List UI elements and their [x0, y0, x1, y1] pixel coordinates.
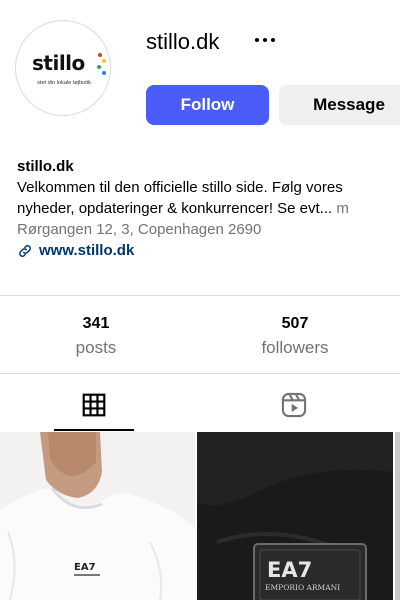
- follow-button[interactable]: Follow: [146, 85, 269, 125]
- bio-text-line-2-body: nyheder, opdateringer & konkurrencer! Se…: [17, 200, 337, 217]
- more-options-icon[interactable]: [250, 28, 280, 52]
- divider: [0, 373, 400, 374]
- followers-label: followers: [261, 338, 329, 357]
- bio-text-line-1: Velkommen til den officielle stillo side…: [17, 179, 343, 196]
- logo-dot: [97, 65, 101, 69]
- reels-icon: [281, 392, 307, 418]
- tab-posts-grid[interactable]: [64, 380, 124, 430]
- bio-more-link[interactable]: m: [336, 200, 349, 217]
- bio-website-text: www.stillo.dk: [39, 242, 135, 259]
- posts-count: 341: [82, 315, 110, 332]
- message-button[interactable]: Message: [279, 85, 400, 125]
- post-thumbnail[interactable]: [395, 432, 400, 600]
- posts-stat[interactable]: 341 posts: [36, 313, 156, 361]
- logo-dot: [98, 53, 102, 57]
- bio-text-line-2: nyheder, opdateringer & konkurrencer! Se…: [17, 198, 400, 219]
- post-thumbnail[interactable]: EA7 EMPORIO ARMANI: [197, 432, 393, 600]
- followers-count: 507: [281, 315, 309, 332]
- bio-name: stillo.dk: [17, 158, 74, 175]
- profile-username: stillo.dk: [146, 29, 220, 54]
- bio-website-link[interactable]: www.stillo.dk: [17, 240, 400, 261]
- post-thumbnail[interactable]: EA7: [0, 432, 195, 600]
- post-image-black-tshirt: EA7 EMPORIO ARMANI: [197, 432, 393, 600]
- profile-avatar[interactable]: stillo stet din lokale tøjbutik: [15, 20, 111, 116]
- ea7-logo: EA7: [267, 558, 312, 582]
- followers-stat[interactable]: 507 followers: [235, 313, 355, 361]
- divider: [0, 295, 400, 296]
- emporio-armani-logo: EMPORIO ARMANI: [265, 583, 340, 592]
- profile-bio: stillo.dk Velkommen til den officielle s…: [17, 156, 400, 261]
- logo-dot: [102, 71, 106, 75]
- link-icon: [19, 244, 31, 257]
- avatar-tagline: stet din lokale tøjbutik: [37, 80, 91, 86]
- avatar-logo-text: stillo: [32, 51, 85, 75]
- tab-reels[interactable]: [264, 380, 324, 430]
- active-tab-indicator: [54, 429, 134, 431]
- post-image-white-tshirt: EA7: [0, 432, 195, 600]
- grid-icon: [82, 393, 106, 417]
- bio-address: Rørgangen 12, 3, Copenhagen 2690: [17, 221, 262, 238]
- logo-dot: [102, 59, 106, 63]
- ea7-logo: EA7: [74, 562, 96, 573]
- posts-label: posts: [75, 338, 117, 357]
